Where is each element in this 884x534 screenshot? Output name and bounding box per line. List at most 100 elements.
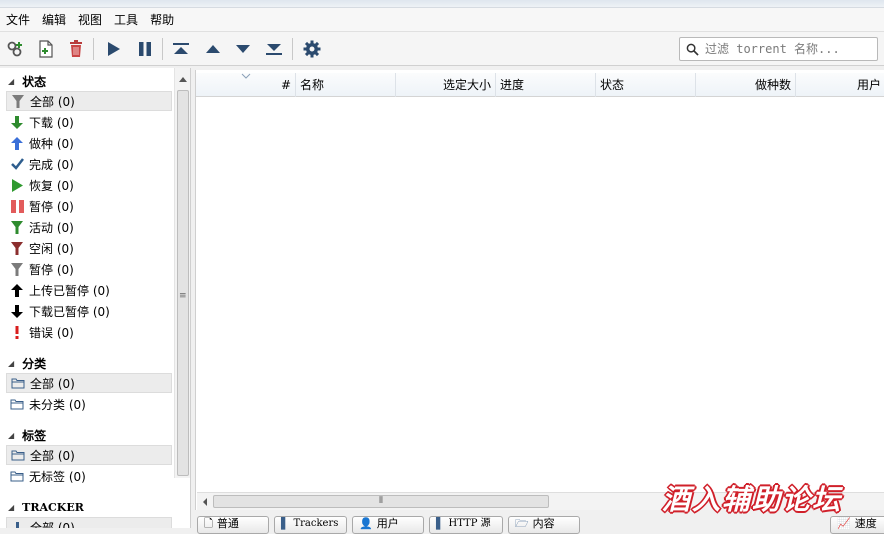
tracker-icon: ▌ — [436, 517, 445, 530]
status-section-title: 状态 — [22, 74, 47, 89]
pause-icon — [139, 42, 151, 56]
gear-icon — [303, 40, 321, 58]
folder-icon — [11, 448, 25, 462]
menu-view[interactable]: 视图 — [72, 8, 108, 32]
tab-http-sources[interactable]: ▌ HTTP 源 — [429, 516, 503, 534]
pause-button[interactable] — [133, 37, 157, 61]
menu-file[interactable]: 文件 — [0, 8, 36, 32]
tab-peers[interactable]: 👤 用户 — [352, 516, 424, 534]
column-header-status[interactable]: 状态 — [596, 73, 696, 97]
tab-trackers-label: Trackers — [293, 518, 339, 529]
tracker-item-all[interactable]: 全部 (0) — [6, 517, 172, 528]
page-icon: 🗋 — [204, 517, 213, 530]
file-add-icon — [39, 40, 53, 58]
status-filter-label: 完成 (0) — [29, 157, 74, 172]
column-header-seeds[interactable]: 做种数 — [696, 73, 796, 97]
toolbar-separator — [162, 38, 163, 60]
status-filter-label: 恢复 (0) — [29, 178, 74, 193]
category-item-all[interactable]: 全部 (0) — [6, 373, 172, 393]
tab-trackers[interactable]: ▌ Trackers — [274, 516, 347, 534]
tab-speed[interactable]: 📈 速度 — [830, 516, 884, 534]
collapse-triangle-icon: ◢ — [8, 76, 15, 86]
tag-item-label: 无标签 (0) — [29, 469, 86, 484]
column-header-progress[interactable]: 进度 — [496, 73, 596, 97]
search-input[interactable] — [705, 42, 875, 56]
category-section-title: 分类 — [22, 356, 47, 371]
folder-icon: 🗁 — [515, 517, 529, 530]
filter-red-icon — [10, 241, 24, 255]
scroll-left-icon[interactable] — [199, 495, 211, 509]
transfer-list[interactable]: # 名称 选定大小 进度 状态 做种数 用户 — [195, 70, 884, 510]
scroll-up-icon[interactable] — [176, 73, 190, 85]
status-filter-item[interactable]: 暂停 (0) — [6, 259, 172, 279]
filter-gray-icon — [10, 262, 24, 276]
sidebar-vertical-scrollbar[interactable]: ≡ — [174, 68, 190, 478]
tab-general[interactable]: 🗋 普通 — [197, 516, 269, 534]
status-filter-label: 下载已暂停 (0) — [29, 304, 110, 319]
status-filter-label: 错误 (0) — [29, 325, 74, 340]
menu-edit[interactable]: 编辑 — [36, 8, 72, 32]
status-filter-item[interactable]: 下载已暂停 (0) — [6, 301, 172, 321]
move-up-icon — [206, 45, 220, 53]
status-filter-item[interactable]: 做种 (0) — [6, 133, 172, 153]
collapse-triangle-icon: ◢ — [8, 502, 15, 512]
status-filter-item[interactable]: 下载 (0) — [6, 112, 172, 132]
pause-red-icon — [10, 199, 24, 213]
move-up-button[interactable] — [201, 37, 225, 61]
forum-watermark: 酒入辅助论坛 — [662, 483, 843, 516]
status-section-header[interactable]: ◢ 状态 — [8, 71, 46, 91]
status-filter-label: 全部 (0) — [30, 94, 75, 109]
delete-button[interactable] — [64, 37, 88, 61]
menu-tools[interactable]: 工具 — [108, 8, 144, 32]
toolbar-separator — [93, 38, 94, 60]
tags-section-header[interactable]: ◢ 标签 — [8, 425, 46, 445]
status-filter-item[interactable]: 完成 (0) — [6, 154, 172, 174]
column-header-peers[interactable]: 用户 — [796, 73, 884, 97]
resume-button[interactable] — [101, 37, 125, 61]
folder-icon — [10, 397, 24, 411]
tab-content[interactable]: 🗁 内容 — [508, 516, 580, 534]
play-icon — [108, 42, 120, 56]
filter-sidebar: ◢ 状态 全部 (0) 下载 (0) 做种 (0) 完成 (0) 恢复 (0) 暂停 (0… — [0, 68, 191, 528]
column-header-name[interactable]: 名称 — [296, 73, 396, 97]
move-top-button[interactable] — [169, 37, 193, 61]
tracker-item-label: 全部 (0) — [30, 520, 75, 529]
tracker-section-title: TRACKER — [22, 500, 84, 514]
status-filter-item[interactable]: 全部 (0) — [6, 91, 172, 111]
check-icon — [10, 157, 24, 171]
tracker-icon — [11, 520, 25, 528]
exclamation-icon — [10, 325, 24, 339]
move-top-icon — [173, 43, 189, 54]
category-item-uncategorized[interactable]: 未分类 (0) — [6, 394, 172, 414]
menu-help[interactable]: 帮助 — [144, 8, 180, 32]
tab-peers-label: 用户 — [376, 517, 399, 530]
status-filter-item[interactable]: 活动 (0) — [6, 217, 172, 237]
move-down-button[interactable] — [231, 37, 255, 61]
search-box[interactable] — [679, 37, 878, 61]
status-filter-item[interactable]: 错误 (0) — [6, 322, 172, 342]
tag-item-all[interactable]: 全部 (0) — [6, 445, 172, 465]
status-filter-label: 上传已暂停 (0) — [29, 283, 110, 298]
status-filter-item[interactable]: 上传已暂停 (0) — [6, 280, 172, 300]
tab-general-label: 普通 — [216, 517, 239, 530]
column-header-selected-size[interactable]: 选定大小 — [396, 73, 496, 97]
sort-indicator-icon — [241, 73, 251, 79]
status-filter-item[interactable]: 暂停 (0) — [6, 196, 172, 216]
tab-speed-label: 速度 — [854, 517, 877, 530]
category-item-label: 全部 (0) — [30, 376, 75, 391]
add-torrent-link-button[interactable] — [4, 37, 28, 61]
add-torrent-file-button[interactable] — [34, 37, 58, 61]
move-bottom-button[interactable] — [262, 37, 286, 61]
status-filter-item[interactable]: 空闲 (0) — [6, 238, 172, 258]
scrollbar-thumb[interactable]: ≡ — [177, 90, 189, 476]
scrollbar-thumb[interactable]: ⦀ — [213, 495, 549, 508]
folder-icon — [10, 469, 24, 483]
tag-item-untagged[interactable]: 无标签 (0) — [6, 466, 172, 486]
status-filter-label: 空闲 (0) — [29, 241, 74, 256]
tracker-section-header[interactable]: ◢ TRACKER — [8, 497, 84, 517]
status-filter-item[interactable]: 恢复 (0) — [6, 175, 172, 195]
trash-icon — [70, 40, 82, 57]
menu-bar: 文件 编辑 视图 工具 帮助 — [0, 8, 884, 32]
options-button[interactable] — [300, 37, 324, 61]
category-section-header[interactable]: ◢ 分类 — [8, 353, 46, 373]
